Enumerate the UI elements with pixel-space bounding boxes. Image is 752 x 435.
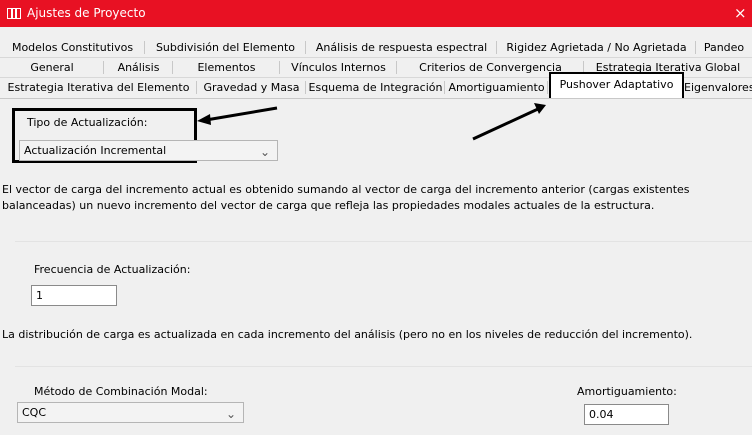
- arrowhead-left-icon: [197, 114, 211, 125]
- arrow-to-update-type: [205, 106, 278, 122]
- tab-pushover-adaptativo[interactable]: Pushover Adaptativo: [549, 72, 684, 98]
- annotation-arrows: [197, 103, 546, 141]
- arrow-to-pushover-tab: [472, 107, 539, 141]
